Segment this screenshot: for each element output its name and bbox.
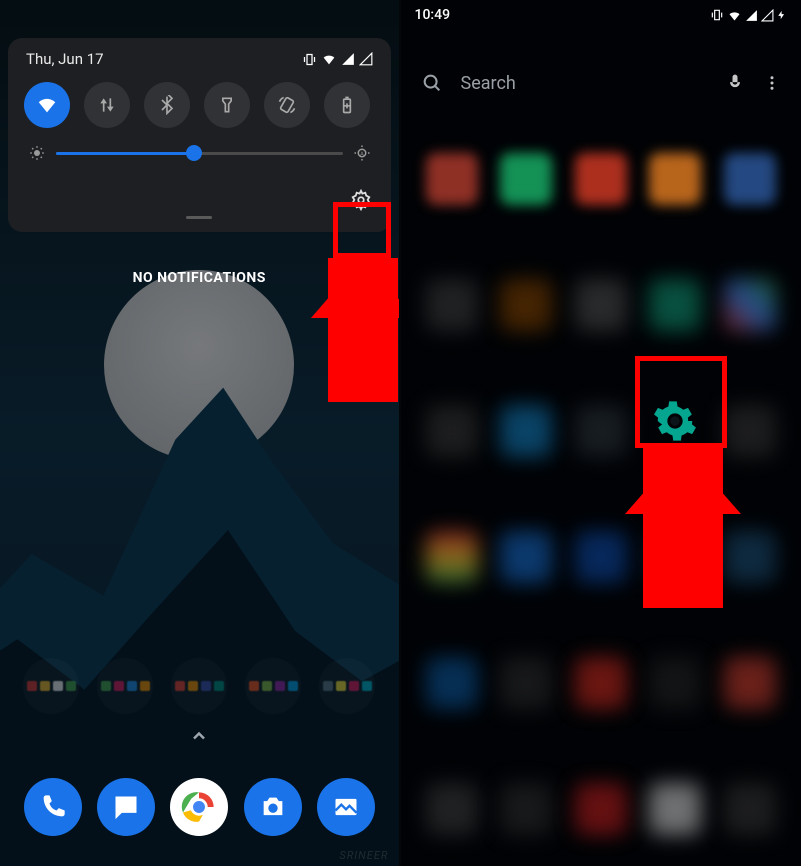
app-icon-blurred[interactable] (575, 783, 627, 835)
brightness-low-icon (28, 144, 46, 162)
app-icon-blurred[interactable] (724, 153, 776, 205)
app-icon-blurred[interactable] (500, 279, 552, 331)
camera-icon (259, 793, 287, 821)
status-bar: 10:49 (401, 0, 801, 30)
app-icon-blurred[interactable] (575, 657, 627, 709)
dock (0, 778, 399, 836)
app-icon-blurred[interactable] (575, 279, 627, 331)
vibrate-icon (710, 8, 724, 22)
app-label-settings: Settings (652, 455, 698, 470)
app-icon-blurred[interactable] (649, 657, 701, 709)
bluetooth-icon (157, 95, 177, 115)
dock-camera[interactable] (244, 778, 302, 836)
more-icon[interactable] (763, 74, 781, 92)
signal-icon (341, 52, 355, 66)
qs-tile-battery-saver[interactable] (324, 82, 370, 128)
flashlight-icon (217, 95, 237, 115)
no-notifications-label: NO NOTIFICATIONS (0, 270, 399, 286)
signal-icon-2 (761, 9, 774, 22)
qs-settings-button[interactable] (343, 182, 379, 218)
brightness-slider[interactable] (56, 152, 343, 155)
qs-date: Thu, Jun 17 (26, 50, 104, 68)
home-folder[interactable] (97, 658, 153, 714)
app-icon-blurred[interactable] (426, 657, 478, 709)
home-folder[interactable] (23, 658, 79, 714)
signal-icon-2 (359, 52, 373, 66)
app-icon-blurred[interactable] (500, 153, 552, 205)
qs-expand-handle[interactable] (186, 216, 212, 219)
app-drawer-grid[interactable]: Settings (415, 116, 788, 856)
brightness-thumb[interactable] (186, 145, 202, 161)
auto-brightness-icon[interactable]: A (353, 144, 371, 162)
app-drawer-search-row: Search (421, 72, 782, 94)
mic-icon[interactable] (725, 73, 745, 93)
app-icon-blurred[interactable] (649, 153, 701, 205)
app-icon-blurred[interactable] (724, 783, 776, 835)
app-icon-blurred[interactable] (426, 405, 478, 457)
app-icon-blurred[interactable] (426, 153, 478, 205)
search-input[interactable]: Search (461, 73, 708, 94)
home-folder[interactable] (319, 658, 375, 714)
gear-icon (652, 398, 698, 444)
app-icon-blurred[interactable] (575, 531, 627, 583)
app-icon-blurred[interactable] (500, 531, 552, 583)
dock-chrome[interactable] (170, 778, 228, 836)
app-icon-blurred[interactable] (724, 279, 776, 331)
qs-tile-wifi[interactable] (24, 82, 70, 128)
app-icon-blurred[interactable] (500, 405, 552, 457)
wifi-icon (727, 8, 742, 23)
rotate-icon (277, 95, 297, 115)
qs-tile-auto-rotate[interactable] (264, 82, 310, 128)
quick-settings-panel[interactable]: Thu, Jun 17 (8, 38, 391, 232)
qs-tile-flashlight[interactable] (204, 82, 250, 128)
app-drawer-handle[interactable] (189, 726, 209, 750)
charging-icon (777, 8, 787, 22)
right-phone-screenshot: 10:49 Search (401, 0, 801, 866)
app-icon-blurred[interactable] (724, 657, 776, 709)
home-folder[interactable] (245, 658, 301, 714)
status-time: 10:49 (415, 7, 451, 23)
dock-phone[interactable] (24, 778, 82, 836)
gear-icon (350, 189, 372, 211)
chevron-up-icon (189, 726, 209, 746)
app-icon-blurred[interactable] (500, 657, 552, 709)
app-icon-blurred[interactable] (575, 405, 627, 457)
app-icon-blurred[interactable] (575, 153, 627, 205)
left-phone-screenshot: SRINEER 10:49 85% Thu, Jun 17 (0, 0, 401, 866)
brightness-fill (56, 152, 194, 155)
search-placeholder-text: Search (461, 73, 516, 94)
home-folder-row (0, 658, 399, 714)
app-icon-blurred[interactable] (649, 531, 701, 583)
dock-gallery[interactable] (317, 778, 375, 836)
dock-messages[interactable] (97, 778, 155, 836)
wallpaper-artist-signature: SRINEER (339, 849, 388, 862)
chrome-icon (177, 785, 221, 829)
app-icon-blurred[interactable] (724, 405, 776, 457)
app-icon-blurred[interactable] (500, 783, 552, 835)
vibrate-icon (302, 52, 317, 67)
home-folder[interactable] (171, 658, 227, 714)
app-icon-blurred[interactable] (426, 783, 478, 835)
wifi-icon (36, 94, 58, 116)
message-icon (112, 793, 140, 821)
qs-tile-data[interactable] (84, 82, 130, 128)
wifi-icon (321, 51, 337, 67)
signal-icon (745, 9, 758, 22)
qs-tile-bluetooth[interactable] (144, 82, 190, 128)
app-icon-blurred[interactable] (426, 279, 478, 331)
status-icons (710, 8, 787, 23)
gallery-icon (332, 793, 360, 821)
svg-text:A: A (360, 151, 364, 157)
battery-plus-icon (337, 95, 357, 115)
app-icon-blurred[interactable] (724, 531, 776, 583)
search-icon[interactable] (421, 72, 443, 94)
app-icon-blurred[interactable] (649, 783, 701, 835)
app-settings[interactable]: Settings (647, 393, 703, 470)
app-icon-blurred[interactable] (649, 279, 701, 331)
qs-header-status-icons (302, 51, 373, 67)
data-arrows-icon (97, 95, 117, 115)
app-icon-blurred[interactable] (426, 531, 478, 583)
phone-icon (39, 793, 67, 821)
